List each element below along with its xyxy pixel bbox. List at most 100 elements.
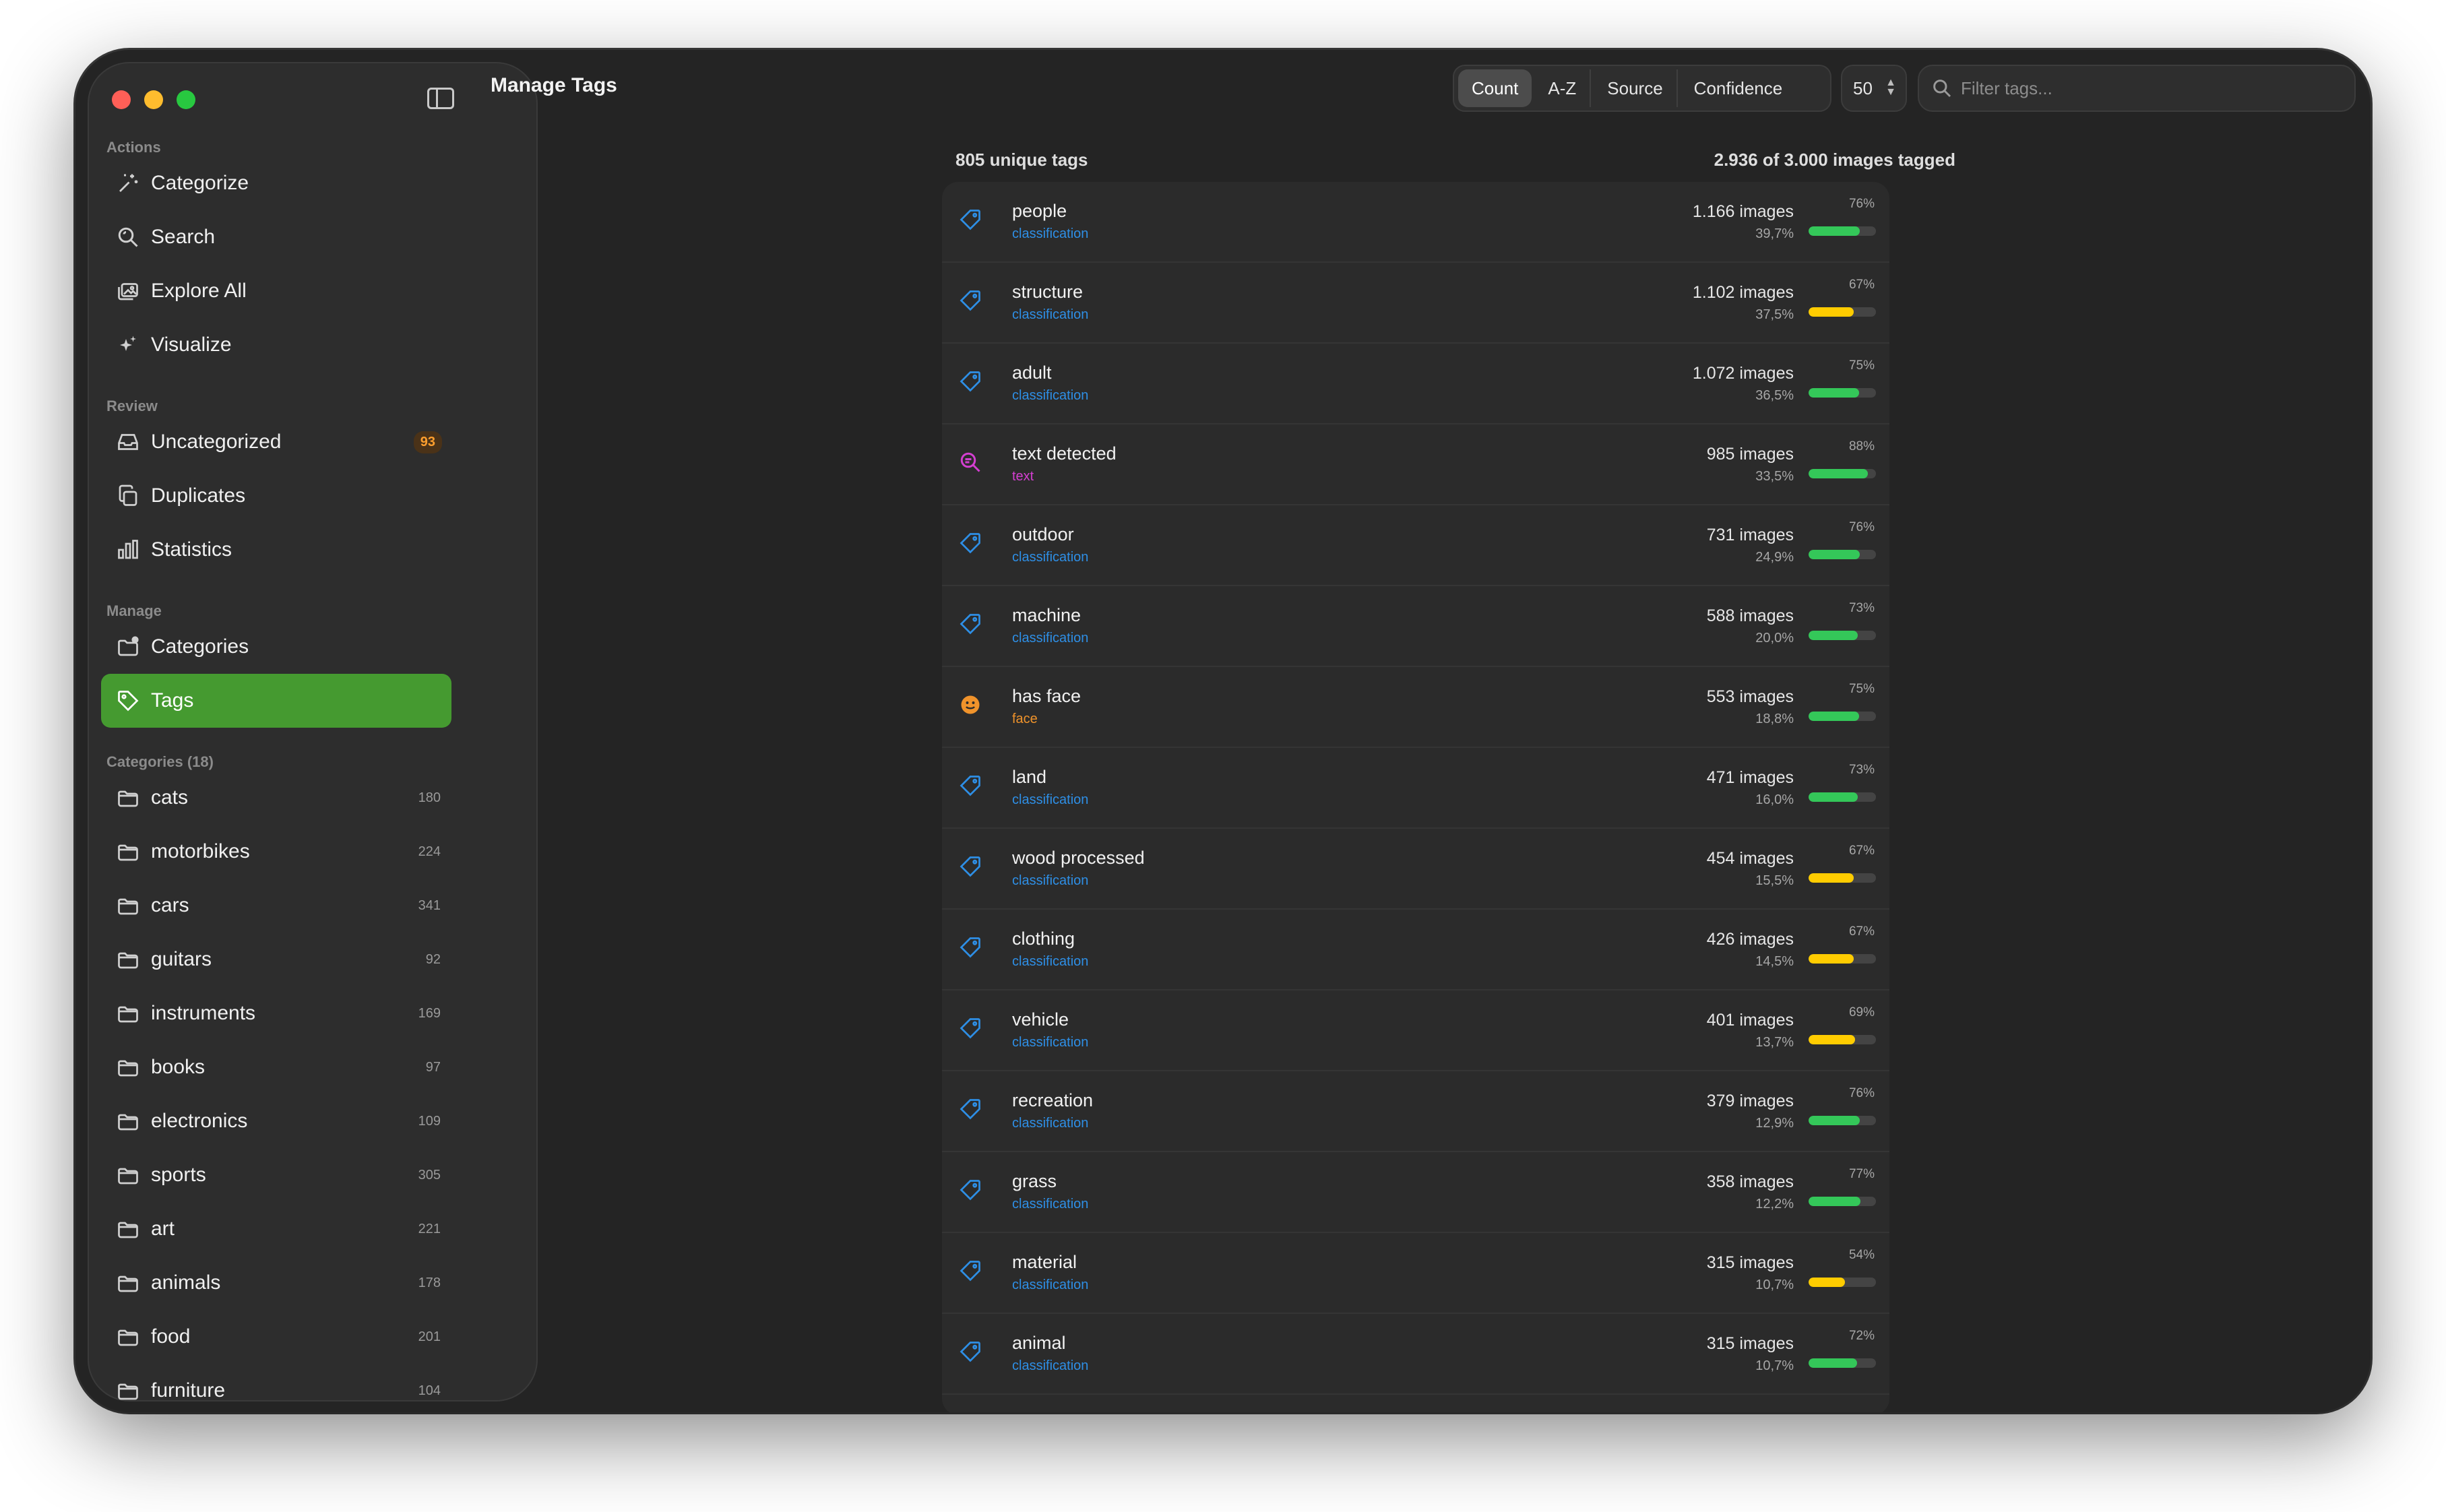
- tag-source: classification: [1012, 1035, 1089, 1050]
- face-icon: [958, 693, 982, 717]
- zoom-window-button[interactable]: [177, 90, 195, 109]
- filter-tags-input[interactable]: [1961, 77, 2338, 99]
- tag-image-count: 471 images: [1706, 768, 1794, 787]
- tag-name: structure: [1012, 282, 1084, 302]
- tag-name: animal: [1012, 1333, 1066, 1353]
- confidence-bar: [1809, 631, 1876, 640]
- tag-row[interactable]: has face face 553 images 18,8% 75%: [942, 667, 1889, 748]
- tag-row[interactable]: recreation classification 379 images 12,9% 7…: [942, 1071, 1889, 1152]
- sidebar-item-categories[interactable]: Categories: [101, 620, 451, 674]
- sidebar-item-sports[interactable]: sports 305: [101, 1148, 451, 1202]
- confidence-bar: [1809, 550, 1876, 559]
- tag-percentage: 39,7%: [1755, 226, 1794, 241]
- folder-icon: [115, 1269, 142, 1296]
- category-count: 305: [418, 1167, 441, 1183]
- tag-row[interactable]: land classification 471 images 16,0% 73%: [942, 748, 1889, 829]
- sidebar-item-books[interactable]: books 97: [101, 1040, 451, 1094]
- sort-confidence-button[interactable]: Confidence: [1681, 69, 1796, 107]
- window-controls: [112, 90, 195, 109]
- minimize-window-button[interactable]: [144, 90, 163, 109]
- tag-name: clothing: [1012, 928, 1075, 949]
- sidebar-item-art[interactable]: art 221: [101, 1202, 451, 1256]
- section-title-manage: Manage: [106, 602, 162, 619]
- sidebar-item-animals[interactable]: animals 178: [101, 1256, 451, 1310]
- sidebar-toggle-icon[interactable]: [427, 88, 454, 109]
- sort-source-button[interactable]: Source: [1594, 69, 1678, 107]
- confidence-bar-fill: [1809, 631, 1858, 640]
- tag-percentage: 33,5%: [1755, 469, 1794, 484]
- tag-percentage: 20,0%: [1755, 631, 1794, 645]
- sidebar-item-search[interactable]: Search: [101, 210, 451, 264]
- tag-row[interactable]: clothing classification 426 images 14,5% 67%: [942, 910, 1889, 990]
- sidebar-item-instruments[interactable]: instruments 169: [101, 986, 451, 1040]
- tag-confidence: 77%: [1848, 1167, 1875, 1181]
- tag-icon: [958, 854, 982, 879]
- tag-image-count: 426 images: [1706, 930, 1794, 949]
- tag-confidence: 69%: [1848, 1005, 1875, 1019]
- confidence-bar: [1809, 1358, 1876, 1368]
- sort-count-button[interactable]: Count: [1458, 69, 1532, 107]
- confidence-bar: [1809, 792, 1876, 802]
- tag-row[interactable]: adult classification 1.072 images 36,5% 75%: [942, 344, 1889, 424]
- tag-row[interactable]: material classification 315 images 10,7% 54%: [942, 1233, 1889, 1314]
- tag-percentage: 12,2%: [1755, 1197, 1794, 1211]
- tag-row[interactable]: grass classification 358 images 12,2% 77%: [942, 1152, 1889, 1233]
- tag-row[interactable]: people classification 1.166 images 39,7% 76%: [942, 182, 1889, 263]
- count-badge: 93: [413, 431, 442, 453]
- confidence-bar: [1809, 1035, 1876, 1044]
- tag-source: classification: [1012, 1358, 1089, 1373]
- confidence-bar-fill: [1809, 712, 1859, 721]
- close-window-button[interactable]: [112, 90, 131, 109]
- tag-icon: [958, 1016, 982, 1040]
- sidebar-item-guitars[interactable]: guitars 92: [101, 933, 451, 986]
- confidence-bar-fill: [1809, 1358, 1857, 1368]
- confidence-bar-fill: [1809, 226, 1860, 236]
- tag-source: classification: [1012, 873, 1089, 888]
- category-count: 341: [418, 897, 441, 913]
- sidebar-item-label: guitars: [151, 948, 212, 970]
- tag-row[interactable]: vehicle classification 401 images 13,7% 69%: [942, 990, 1889, 1071]
- sidebar-item-food[interactable]: food 201: [101, 1310, 451, 1364]
- sidebar-item-motorbikes[interactable]: motorbikes 224: [101, 825, 451, 879]
- category-count: 180: [418, 790, 441, 805]
- tag-source: classification: [1012, 307, 1089, 322]
- sidebar-item-categorize[interactable]: Categorize: [101, 156, 451, 210]
- category-count: 109: [418, 1113, 441, 1129]
- sidebar-item-uncategorized[interactable]: Uncategorized 93: [101, 415, 451, 469]
- sidebar-item-cars[interactable]: cars 341: [101, 879, 451, 933]
- sidebar-item-explore-all[interactable]: Explore All: [101, 264, 451, 318]
- sidebar-item-visualize[interactable]: Visualize: [101, 318, 451, 372]
- tag-image-count: 588 images: [1706, 606, 1794, 625]
- tag-icon: [958, 208, 982, 232]
- photos-icon: [115, 278, 142, 305]
- sidebar-item-label: cats: [151, 786, 189, 809]
- filter-field[interactable]: [1918, 65, 2356, 112]
- sidebar-item-tags[interactable]: Tags: [101, 674, 451, 728]
- text-search-icon: [958, 450, 982, 474]
- tag-row[interactable]: wood processed classification 454 images 15…: [942, 829, 1889, 910]
- category-count: 169: [418, 1005, 441, 1021]
- tag-row[interactable]: text detected text 985 images 33,5% 88%: [942, 424, 1889, 505]
- confidence-bar-fill: [1809, 307, 1854, 317]
- category-count: 104: [418, 1383, 441, 1398]
- confidence-bar: [1809, 712, 1876, 721]
- sidebar-item-label: electronics: [151, 1110, 248, 1132]
- confidence-bar: [1809, 1197, 1876, 1206]
- tag-icon: [115, 687, 142, 714]
- sidebar-item-furniture[interactable]: furniture 104: [101, 1364, 451, 1412]
- tag-row[interactable]: machine classification 588 images 20,0% 73%: [942, 586, 1889, 667]
- sort-a-z-button[interactable]: A-Z: [1534, 69, 1592, 107]
- tag-confidence: 76%: [1848, 197, 1875, 211]
- tag-confidence: 76%: [1848, 1086, 1875, 1100]
- search-icon: [1933, 80, 1951, 98]
- tag-row[interactable]: animal classification 315 images 10,7% 72%: [942, 1314, 1889, 1395]
- tag-row[interactable]: outdoor classification 731 images 24,9% 76%: [942, 505, 1889, 586]
- section-title-categories: Categories (18): [106, 753, 214, 770]
- tag-row[interactable]: structure classification 1.102 images 37,5%…: [942, 263, 1889, 344]
- limit-stepper[interactable]: 50 ▲ ▼: [1841, 65, 1907, 112]
- sidebar-item-electronics[interactable]: electronics 109: [101, 1094, 451, 1148]
- sidebar-item-cats[interactable]: cats 180: [101, 771, 451, 825]
- tag-confidence: 67%: [1848, 844, 1875, 858]
- sidebar-item-statistics[interactable]: Statistics: [101, 523, 451, 577]
- sidebar-item-duplicates[interactable]: Duplicates: [101, 469, 451, 523]
